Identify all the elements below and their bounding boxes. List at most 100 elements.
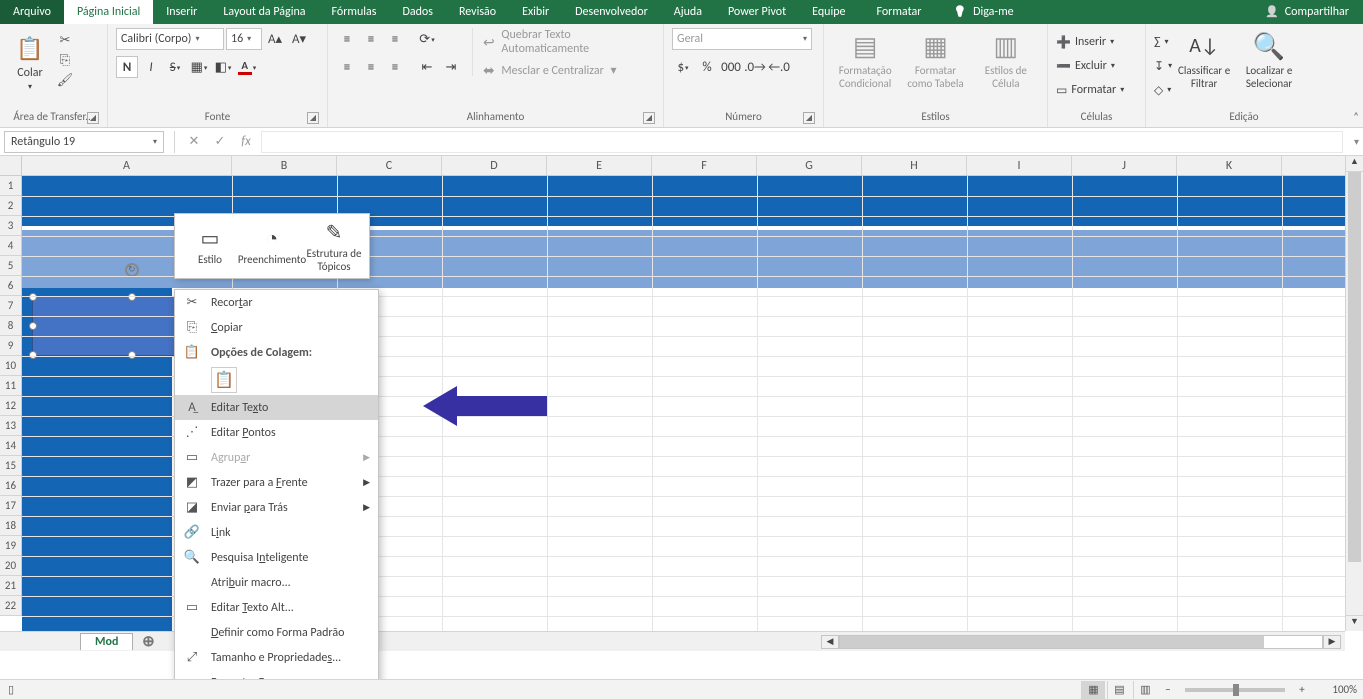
ctx-edit-points[interactable]: ⋰Editar Pontos bbox=[175, 420, 378, 445]
mini-style-button[interactable]: ▭Estilo bbox=[180, 226, 240, 266]
cancel-formula-button[interactable]: ✕ bbox=[181, 134, 207, 149]
format-as-table-button[interactable]: ▦Formatar como Tabela bbox=[902, 28, 968, 90]
column-header-J[interactable]: J bbox=[1072, 156, 1177, 175]
ctx-send-back[interactable]: ◪Enviar para Trás▶ bbox=[175, 495, 378, 520]
ctx-set-default-shape[interactable]: Definir como Forma Padrão bbox=[175, 620, 378, 645]
sheet-tab-active[interactable]: Mod bbox=[80, 633, 133, 650]
accounting-format-button[interactable]: $▾ bbox=[672, 56, 694, 78]
ctx-bring-front[interactable]: ◩Trazer para a Frente▶ bbox=[175, 470, 378, 495]
resize-handle-s[interactable] bbox=[128, 351, 136, 359]
resize-handle-sw[interactable] bbox=[29, 351, 37, 359]
column-header-K[interactable]: K bbox=[1177, 156, 1282, 175]
zoom-in-button[interactable]: + bbox=[1293, 683, 1311, 696]
mini-fill-button[interactable]: ◔Preenchimento bbox=[242, 227, 302, 266]
align-bottom-button[interactable]: ≡ bbox=[384, 28, 406, 50]
find-select-button[interactable]: 🔍Localizar e Selecionar bbox=[1236, 28, 1302, 90]
percent-format-button[interactable]: % bbox=[696, 56, 718, 78]
font-name-combo[interactable]: Calibri (Corpo)▾ bbox=[116, 28, 224, 50]
copy-button[interactable]: ⎘ bbox=[56, 52, 74, 68]
row-header-10[interactable]: 10 bbox=[0, 356, 21, 376]
ctx-size-properties[interactable]: ⤢Tamanho e Propriedades... bbox=[175, 645, 378, 670]
tab-data[interactable]: Dados bbox=[389, 0, 445, 24]
row-header-7[interactable]: 7 bbox=[0, 296, 21, 316]
tab-help[interactable]: Ajuda bbox=[661, 0, 715, 24]
scroll-up-button[interactable]: ▲ bbox=[1346, 156, 1363, 172]
orientation-button[interactable]: ⟳▾ bbox=[416, 28, 438, 50]
row-header-12[interactable]: 12 bbox=[0, 396, 21, 416]
ctx-copy[interactable]: ⎘Copiar bbox=[175, 315, 378, 340]
format-cells-button[interactable]: ▭Formatar▾ bbox=[1056, 80, 1124, 100]
row-header-22[interactable]: 22 bbox=[0, 596, 21, 616]
column-header-E[interactable]: E bbox=[547, 156, 652, 175]
column-header-H[interactable]: H bbox=[862, 156, 967, 175]
font-color-button[interactable]: A▾ bbox=[236, 56, 258, 78]
delete-cells-button[interactable]: ➖Excluir▾ bbox=[1056, 56, 1124, 76]
row-header-6[interactable]: 6 bbox=[0, 276, 21, 296]
increase-decimal-button[interactable]: .0→ bbox=[744, 56, 766, 78]
zoom-thumb[interactable] bbox=[1233, 684, 1239, 696]
decrease-indent-button[interactable]: ⇤ bbox=[416, 56, 438, 78]
column-header-A[interactable]: A bbox=[22, 156, 232, 175]
tab-developer[interactable]: Desenvolvedor bbox=[562, 0, 661, 24]
insert-cells-button[interactable]: ➕Inserir▾ bbox=[1056, 32, 1124, 52]
tab-formulas[interactable]: Fórmulas bbox=[319, 0, 390, 24]
new-sheet-button[interactable]: ⊕ bbox=[137, 632, 159, 651]
column-header-G[interactable]: G bbox=[757, 156, 862, 175]
tab-powerpivot[interactable]: Power Pivot bbox=[715, 0, 799, 24]
paste-option-default[interactable]: 📋 bbox=[211, 367, 237, 393]
align-middle-button[interactable]: ≡ bbox=[360, 28, 382, 50]
column-header-C[interactable]: C bbox=[337, 156, 442, 175]
underline-button[interactable]: S▾ bbox=[164, 56, 186, 78]
row-header-2[interactable]: 2 bbox=[0, 196, 21, 216]
row-header-17[interactable]: 17 bbox=[0, 496, 21, 516]
hscroll-thumb[interactable] bbox=[840, 636, 1264, 648]
row-header-20[interactable]: 20 bbox=[0, 556, 21, 576]
ctx-link[interactable]: 🔗Link bbox=[175, 520, 378, 545]
ctx-edit-text[interactable]: A̲Editar Texto bbox=[175, 395, 378, 420]
resize-handle-nw[interactable] bbox=[29, 293, 37, 301]
row-header-19[interactable]: 19 bbox=[0, 536, 21, 556]
italic-button[interactable]: I bbox=[140, 56, 162, 78]
row-header-21[interactable]: 21 bbox=[0, 576, 21, 596]
select-all-corner[interactable] bbox=[0, 156, 22, 176]
zoom-out-button[interactable]: − bbox=[1159, 683, 1177, 696]
number-launcher[interactable]: ◢ bbox=[803, 112, 815, 124]
cut-button[interactable]: ✂ bbox=[56, 32, 74, 48]
scroll-right-button[interactable]: ▶ bbox=[1323, 635, 1341, 649]
wrap-text-button[interactable]: ↩ Quebrar Texto Automaticamente bbox=[483, 28, 655, 56]
row-header-13[interactable]: 13 bbox=[0, 416, 21, 436]
tab-home[interactable]: Página Inicial bbox=[64, 0, 153, 24]
decrease-font-button[interactable]: A▾ bbox=[288, 28, 310, 50]
row-header-9[interactable]: 9 bbox=[0, 336, 21, 356]
align-right-button[interactable]: ≡ bbox=[384, 56, 406, 78]
conditional-formatting-button[interactable]: ▤Formatação Condicional bbox=[832, 28, 898, 90]
autosum-button[interactable]: ∑▾ bbox=[1154, 32, 1172, 52]
row-header-4[interactable]: 4 bbox=[0, 236, 21, 256]
increase-indent-button[interactable]: ⇥ bbox=[440, 56, 462, 78]
collapse-ribbon-button[interactable]: ˄ bbox=[1353, 110, 1359, 123]
align-left-button[interactable]: ≡ bbox=[336, 56, 358, 78]
tab-team[interactable]: Equipe bbox=[799, 0, 858, 24]
vscroll-thumb[interactable] bbox=[1348, 172, 1361, 562]
row-header-18[interactable]: 18 bbox=[0, 516, 21, 536]
fill-color-button[interactable]: ◧▾ bbox=[212, 56, 234, 78]
zoom-level-label[interactable]: 100% bbox=[1313, 683, 1357, 696]
column-header-D[interactable]: D bbox=[442, 156, 547, 175]
format-painter-button[interactable]: 🖌 bbox=[56, 72, 74, 88]
column-header-B[interactable]: B bbox=[232, 156, 337, 175]
ctx-assign-macro[interactable]: Atribuir macro... bbox=[175, 570, 378, 595]
enter-formula-button[interactable]: ✓ bbox=[207, 134, 233, 149]
number-format-combo[interactable]: Geral▾ bbox=[672, 28, 812, 50]
row-header-8[interactable]: 8 bbox=[0, 316, 21, 336]
macro-record-icon[interactable]: ▯ bbox=[8, 683, 14, 696]
tab-format-contextual[interactable]: Formatar bbox=[858, 5, 939, 19]
tab-view[interactable]: Exibir bbox=[509, 0, 562, 24]
row-header-14[interactable]: 14 bbox=[0, 436, 21, 456]
ctx-cut[interactable]: ✂Recortar bbox=[175, 290, 378, 315]
fill-button[interactable]: ↧▾ bbox=[1154, 56, 1172, 76]
zoom-slider[interactable] bbox=[1185, 688, 1285, 692]
bold-button[interactable]: N bbox=[116, 56, 138, 78]
row-header-5[interactable]: 5 bbox=[0, 256, 21, 276]
scroll-down-button[interactable]: ▼ bbox=[1346, 615, 1363, 631]
tell-me-search[interactable]: Diga-me bbox=[939, 5, 1027, 19]
